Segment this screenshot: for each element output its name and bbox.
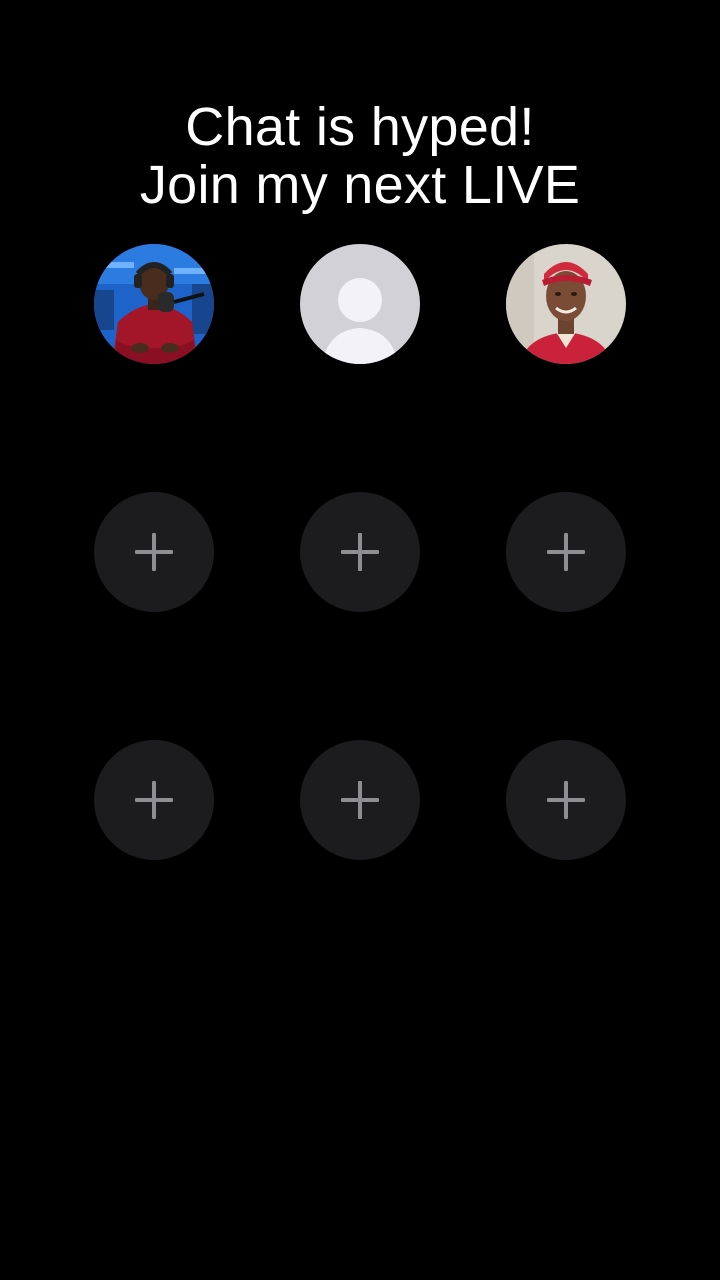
plus-icon [547, 781, 585, 819]
host-avatar[interactable] [94, 244, 214, 364]
plus-icon [547, 533, 585, 571]
headline: Chat is hyped! Join my next LIVE [0, 98, 720, 214]
guest-avatar[interactable] [506, 244, 626, 364]
host-avatar-photo [94, 244, 214, 364]
headline-line-2: Join my next LIVE [139, 155, 581, 215]
headline-line-1: Chat is hyped! [185, 97, 535, 157]
default-user-icon [300, 244, 420, 364]
guest-avatar-photo [506, 244, 626, 364]
plus-icon [135, 781, 173, 819]
add-guest-slot[interactable] [300, 492, 420, 612]
add-guest-slot[interactable] [300, 740, 420, 860]
add-guest-slot[interactable] [94, 740, 214, 860]
add-guest-slot[interactable] [94, 492, 214, 612]
add-guest-slot[interactable] [506, 492, 626, 612]
empty-user-avatar[interactable] [300, 244, 420, 364]
add-guest-slot[interactable] [506, 740, 626, 860]
plus-icon [341, 533, 379, 571]
plus-icon [135, 533, 173, 571]
plus-icon [341, 781, 379, 819]
